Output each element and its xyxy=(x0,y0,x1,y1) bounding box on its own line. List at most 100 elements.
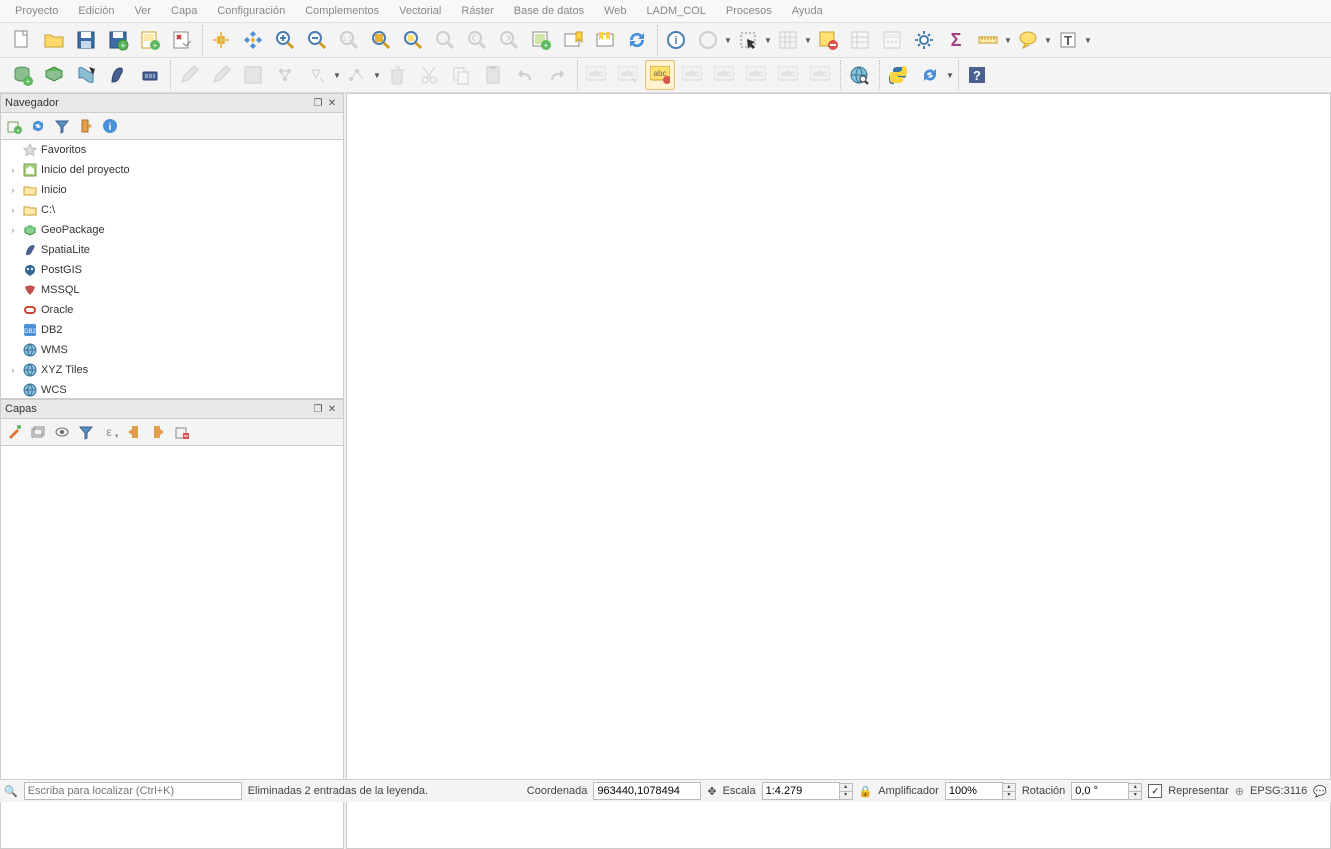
visibility-icon[interactable] xyxy=(53,423,71,441)
new-virtual-layer-button[interactable] xyxy=(135,60,165,90)
show-bookmarks-button[interactable] xyxy=(590,25,620,55)
layout-manager-button[interactable] xyxy=(167,25,197,55)
rotation-spin[interactable]: ▴▾ xyxy=(1071,782,1142,800)
deselect-all-button[interactable] xyxy=(813,25,843,55)
zoom-in-button[interactable] xyxy=(270,25,300,55)
undock-icon[interactable]: ❐ xyxy=(311,96,325,110)
tree-item-oracle[interactable]: Oracle xyxy=(1,300,343,320)
tree-item-xyztiles[interactable]: ›XYZ Tiles xyxy=(1,360,343,380)
dropdown-icon[interactable]: ▼ xyxy=(1084,36,1092,45)
menu-configuración[interactable]: Configuración xyxy=(207,2,295,20)
menu-ladm_col[interactable]: LADM_COL xyxy=(637,2,716,20)
help-button[interactable]: ? xyxy=(962,60,992,90)
close-icon[interactable]: ✕ xyxy=(325,402,339,416)
zoom-out-button[interactable] xyxy=(302,25,332,55)
select-features-button[interactable] xyxy=(733,25,763,55)
locator-input[interactable] xyxy=(24,782,242,800)
properties-icon[interactable]: i xyxy=(101,117,119,135)
tree-item-favoritos[interactable]: Favoritos xyxy=(1,140,343,160)
python-console-button[interactable] xyxy=(883,60,913,90)
open-project-button[interactable] xyxy=(39,25,69,55)
style-icon[interactable] xyxy=(5,423,23,441)
new-shapefile-button[interactable] xyxy=(71,60,101,90)
filter-legend-icon[interactable] xyxy=(77,423,95,441)
zoom-full-button[interactable] xyxy=(366,25,396,55)
scale-combo[interactable]: ▴▾ xyxy=(762,782,853,800)
menu-proyecto[interactable]: Proyecto xyxy=(5,2,68,20)
menu-web[interactable]: Web xyxy=(594,2,636,20)
dropdown-icon[interactable]: ▼ xyxy=(1004,36,1012,45)
expression-filter-icon[interactable]: ε▾ xyxy=(101,423,119,441)
render-checkbox[interactable]: ✓ xyxy=(1148,784,1162,798)
map-tips-button[interactable] xyxy=(1013,25,1043,55)
tree-item-postgis[interactable]: PostGIS xyxy=(1,260,343,280)
label-highlight-button[interactable]: abc xyxy=(645,60,675,90)
map-canvas[interactable] xyxy=(346,93,1331,849)
lock-icon[interactable]: 🔒 xyxy=(859,785,873,798)
remove-layer-icon[interactable] xyxy=(173,423,191,441)
save-project-button[interactable] xyxy=(71,25,101,55)
tree-item-c[interactable]: ›C:\ xyxy=(1,200,343,220)
menu-capa[interactable]: Capa xyxy=(161,2,207,20)
crs-button[interactable]: EPSG:3116 xyxy=(1250,785,1307,797)
menu-ráster[interactable]: Ráster xyxy=(451,2,503,20)
identify-button[interactable]: i xyxy=(661,25,691,55)
collapse-all-icon[interactable] xyxy=(77,117,95,135)
new-geopackage-button[interactable] xyxy=(39,60,69,90)
menu-edición[interactable]: Edición xyxy=(68,2,124,20)
expand-all-icon[interactable] xyxy=(125,423,143,441)
pan-to-selection-button[interactable] xyxy=(238,25,268,55)
tree-item-spatialite[interactable]: SpatiaLite xyxy=(1,240,343,260)
menu-complementos[interactable]: Complementos xyxy=(295,2,389,20)
expand-icon[interactable]: › xyxy=(7,185,19,195)
coordinate-input[interactable] xyxy=(593,782,701,800)
navegador-tree[interactable]: Favoritos›Inicio del proyecto›Inicio›C:\… xyxy=(0,140,344,399)
tree-item-geopackage[interactable]: ›GeoPackage xyxy=(1,220,343,240)
menu-procesos[interactable]: Procesos xyxy=(716,2,782,20)
new-project-button[interactable] xyxy=(7,25,37,55)
dropdown-icon[interactable]: ▼ xyxy=(764,36,772,45)
filter-icon[interactable] xyxy=(53,117,71,135)
add-group-icon[interactable] xyxy=(29,423,47,441)
new-bookmark-button[interactable] xyxy=(558,25,588,55)
tree-item-iniciodelproyecto[interactable]: ›Inicio del proyecto xyxy=(1,160,343,180)
new-layout-button[interactable]: + xyxy=(135,25,165,55)
dropdown-icon[interactable]: ▼ xyxy=(804,36,812,45)
processing-toolbox-button[interactable] xyxy=(909,25,939,55)
metasearch-button[interactable] xyxy=(844,60,874,90)
extents-icon[interactable]: ✥ xyxy=(707,785,716,798)
tree-item-wms[interactable]: WMS xyxy=(1,340,343,360)
new-map-view-button[interactable]: + xyxy=(526,25,556,55)
tree-item-db2[interactable]: DB2DB2 xyxy=(1,320,343,340)
crs-icon[interactable]: ⊕ xyxy=(1235,785,1244,798)
dropdown-icon[interactable]: ▼ xyxy=(724,36,732,45)
text-annotation-button[interactable]: T xyxy=(1053,25,1083,55)
tree-item-mssql[interactable]: MSSQL xyxy=(1,280,343,300)
tree-item-wcs[interactable]: WCS xyxy=(1,380,343,399)
zoom-selection-button[interactable] xyxy=(398,25,428,55)
statistics-button[interactable]: Σ xyxy=(941,25,971,55)
new-spatialite-button[interactable] xyxy=(103,60,133,90)
capas-panel-header[interactable]: Capas ❐ ✕ xyxy=(0,399,344,419)
expand-icon[interactable]: › xyxy=(7,225,19,235)
add-layer-icon[interactable]: + xyxy=(5,117,23,135)
data-source-manager-button[interactable]: + xyxy=(7,60,37,90)
menu-ver[interactable]: Ver xyxy=(125,2,162,20)
dropdown-icon[interactable]: ▼ xyxy=(1044,36,1052,45)
expand-icon[interactable]: › xyxy=(7,205,19,215)
undock-icon[interactable]: ❐ xyxy=(311,402,325,416)
dropdown-icon[interactable]: ▼ xyxy=(946,71,954,80)
pan-button[interactable] xyxy=(206,25,236,55)
save-as-button[interactable]: + xyxy=(103,25,133,55)
menu-vectorial[interactable]: Vectorial xyxy=(389,2,451,20)
tree-item-inicio[interactable]: ›Inicio xyxy=(1,180,343,200)
refresh-button[interactable] xyxy=(622,25,652,55)
menu-base de datos[interactable]: Base de datos xyxy=(504,2,594,20)
plugin-reloader-button[interactable] xyxy=(915,60,945,90)
close-icon[interactable]: ✕ xyxy=(325,96,339,110)
expand-icon[interactable]: › xyxy=(7,165,19,175)
expand-icon[interactable]: › xyxy=(7,365,19,375)
collapse-all-icon[interactable] xyxy=(149,423,167,441)
refresh-icon[interactable] xyxy=(29,117,47,135)
navegador-panel-header[interactable]: Navegador ❐ ✕ xyxy=(0,93,344,113)
